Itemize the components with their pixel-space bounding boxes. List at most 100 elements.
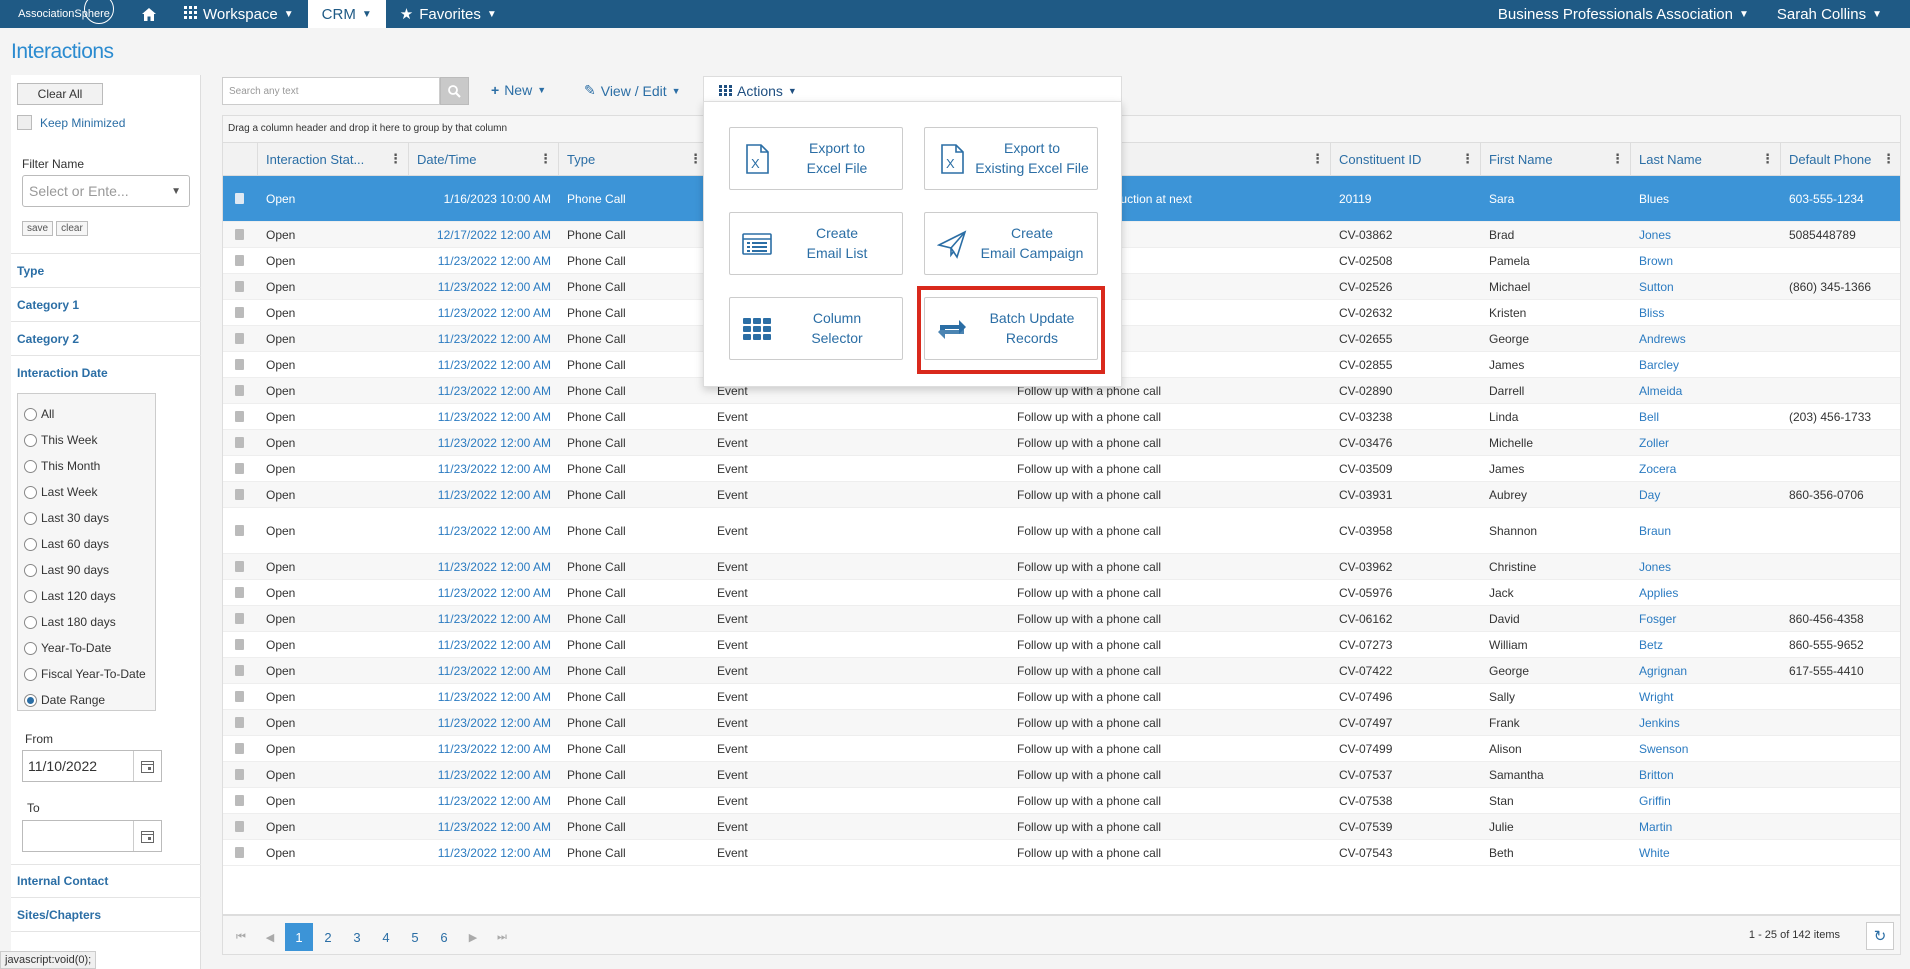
to-date-input[interactable] bbox=[22, 820, 162, 852]
new-button[interactable]: + New ▼ bbox=[491, 82, 546, 98]
delete-cell[interactable] bbox=[223, 658, 258, 683]
cell-last[interactable]: Griffin bbox=[1631, 788, 1781, 813]
trash-icon[interactable] bbox=[235, 665, 244, 676]
cell-last[interactable]: Applies bbox=[1631, 580, 1781, 605]
date-option-fiscal-ytd[interactable]: Fiscal Year-To-Date bbox=[24, 667, 146, 681]
cell-last[interactable]: Zoller bbox=[1631, 430, 1781, 455]
radio[interactable] bbox=[24, 433, 37, 447]
column-selector-button[interactable]: Column Selector bbox=[729, 297, 903, 360]
table-row[interactable]: Open 11/23/2022 12:00 AM Phone Call Event Fo… bbox=[223, 840, 1900, 866]
date-option-last-week[interactable]: Last Week bbox=[24, 485, 97, 499]
section-category-1[interactable]: Category 1 bbox=[17, 298, 79, 312]
table-row[interactable]: Open 11/23/2022 12:00 AM Phone Call Event Fo… bbox=[223, 508, 1900, 554]
column-header-last-name[interactable]: Last Name ⋮ bbox=[1631, 143, 1781, 176]
column-menu-icon[interactable]: ⋮ bbox=[1882, 151, 1895, 167]
delete-cell[interactable] bbox=[223, 430, 258, 455]
column-header-interaction-status[interactable]: Interaction Stat... ⋮ bbox=[258, 143, 409, 176]
cell-last[interactable]: White bbox=[1631, 840, 1781, 865]
delete-cell[interactable] bbox=[223, 176, 258, 221]
trash-icon[interactable] bbox=[235, 561, 244, 572]
cell-date[interactable]: 11/23/2022 12:00 AM bbox=[409, 580, 559, 605]
page-button-1[interactable]: 1 bbox=[285, 923, 313, 951]
table-row[interactable]: Open 11/23/2022 12:00 AM Phone Call Event Fo… bbox=[223, 814, 1900, 840]
cell-date[interactable]: 11/23/2022 12:00 AM bbox=[409, 404, 559, 429]
trash-icon[interactable] bbox=[235, 525, 244, 536]
column-header-default-phone[interactable]: Default Phone ⋮ bbox=[1781, 143, 1900, 176]
delete-cell[interactable] bbox=[223, 840, 258, 865]
cell-date[interactable]: 11/23/2022 12:00 AM bbox=[409, 554, 559, 579]
radio[interactable] bbox=[24, 667, 37, 681]
page-button-3[interactable]: 3 bbox=[343, 923, 371, 951]
cell-date[interactable]: 11/23/2022 12:00 AM bbox=[409, 606, 559, 631]
table-row[interactable]: Open 11/23/2022 12:00 AM Phone Call Event Fo… bbox=[223, 482, 1900, 508]
home-icon[interactable] bbox=[128, 0, 170, 28]
trash-icon[interactable] bbox=[235, 385, 244, 396]
radio[interactable] bbox=[24, 641, 37, 655]
table-row[interactable]: Open 11/23/2022 12:00 AM Phone Call Event Fo… bbox=[223, 736, 1900, 762]
section-internal-contact[interactable]: Internal Contact bbox=[17, 874, 108, 888]
radio[interactable] bbox=[24, 563, 37, 577]
clear-all-button[interactable]: Clear All bbox=[17, 83, 103, 105]
table-row[interactable]: Open 11/23/2022 12:00 AM Phone Call Event Fo… bbox=[223, 580, 1900, 606]
delete-cell[interactable] bbox=[223, 814, 258, 839]
org-selector[interactable]: Business Professionals Association ▼ bbox=[1484, 0, 1763, 28]
date-option-ytd[interactable]: Year-To-Date bbox=[24, 641, 111, 655]
view-edit-button[interactable]: ✎ View / Edit ▼ bbox=[584, 82, 681, 99]
column-menu-icon[interactable]: ⋮ bbox=[1761, 151, 1774, 167]
date-option-this-week[interactable]: This Week bbox=[24, 433, 97, 447]
cell-last[interactable]: Day bbox=[1631, 482, 1781, 507]
date-option-last-60[interactable]: Last 60 days bbox=[24, 537, 109, 551]
trash-icon[interactable] bbox=[235, 229, 244, 240]
table-row[interactable]: Open 11/23/2022 12:00 AM Phone Call Event Fo… bbox=[223, 788, 1900, 814]
checkbox[interactable] bbox=[17, 115, 32, 130]
radio-selected[interactable] bbox=[24, 693, 37, 707]
cell-last[interactable]: Almeida bbox=[1631, 378, 1781, 403]
cell-date[interactable]: 11/23/2022 12:00 AM bbox=[409, 274, 559, 299]
section-sites-chapters[interactable]: Sites/Chapters bbox=[17, 908, 101, 922]
cell-date[interactable]: 11/23/2022 12:00 AM bbox=[409, 352, 559, 377]
cell-last[interactable]: Bliss bbox=[1631, 300, 1781, 325]
trash-icon[interactable] bbox=[235, 821, 244, 832]
cell-date[interactable]: 11/23/2022 12:00 AM bbox=[409, 736, 559, 761]
trash-icon[interactable] bbox=[235, 639, 244, 650]
table-row[interactable]: Open 11/23/2022 12:00 AM Phone Call Event Fo… bbox=[223, 632, 1900, 658]
delete-cell[interactable] bbox=[223, 788, 258, 813]
cell-last[interactable]: Agrignan bbox=[1631, 658, 1781, 683]
column-menu-icon[interactable]: ⋮ bbox=[539, 151, 552, 167]
page-button-6[interactable]: 6 bbox=[430, 923, 458, 951]
search-button[interactable] bbox=[440, 77, 469, 105]
page-button-4[interactable]: 4 bbox=[372, 923, 400, 951]
page-button-5[interactable]: 5 bbox=[401, 923, 429, 951]
create-email-list-button[interactable]: Create Email List bbox=[729, 212, 903, 275]
cell-date[interactable]: 12/17/2022 12:00 AM bbox=[409, 222, 559, 247]
cell-date[interactable]: 11/23/2022 12:00 AM bbox=[409, 248, 559, 273]
delete-cell[interactable] bbox=[223, 300, 258, 325]
column-menu-icon[interactable]: ⋮ bbox=[1311, 151, 1324, 167]
cell-last[interactable]: Andrews bbox=[1631, 326, 1781, 351]
cell-last[interactable]: Jenkins bbox=[1631, 710, 1781, 735]
cell-date[interactable]: 11/23/2022 12:00 AM bbox=[409, 632, 559, 657]
table-row[interactable]: Open 11/23/2022 12:00 AM Phone Call Event Fo… bbox=[223, 430, 1900, 456]
delete-cell[interactable] bbox=[223, 404, 258, 429]
cell-last[interactable]: Jones bbox=[1631, 554, 1781, 579]
cell-date[interactable]: 11/23/2022 12:00 AM bbox=[409, 840, 559, 865]
delete-cell[interactable] bbox=[223, 710, 258, 735]
page-button-2[interactable]: 2 bbox=[314, 923, 342, 951]
radio[interactable] bbox=[24, 485, 37, 499]
column-header-constituent-id[interactable]: Constituent ID ⋮ bbox=[1331, 143, 1481, 176]
delete-cell[interactable] bbox=[223, 580, 258, 605]
cell-last[interactable]: Swenson bbox=[1631, 736, 1781, 761]
nav-crm[interactable]: CRM ▼ bbox=[307, 0, 386, 28]
export-excel-button[interactable]: X Export to Excel File bbox=[729, 127, 903, 190]
cell-date[interactable]: 11/23/2022 12:00 AM bbox=[409, 684, 559, 709]
delete-cell[interactable] bbox=[223, 352, 258, 377]
cell-date[interactable]: 11/23/2022 12:00 AM bbox=[409, 710, 559, 735]
trash-icon[interactable] bbox=[235, 193, 244, 204]
column-menu-icon[interactable]: ⋮ bbox=[1461, 151, 1474, 167]
delete-cell[interactable] bbox=[223, 632, 258, 657]
column-header-first-name[interactable]: First Name ⋮ bbox=[1481, 143, 1631, 176]
table-row[interactable]: Open 11/23/2022 12:00 AM Phone Call Event Fo… bbox=[223, 684, 1900, 710]
cell-date[interactable]: 11/23/2022 12:00 AM bbox=[409, 300, 559, 325]
column-header-date-time[interactable]: Date/Time ⋮ bbox=[409, 143, 559, 176]
trash-icon[interactable] bbox=[235, 769, 244, 780]
